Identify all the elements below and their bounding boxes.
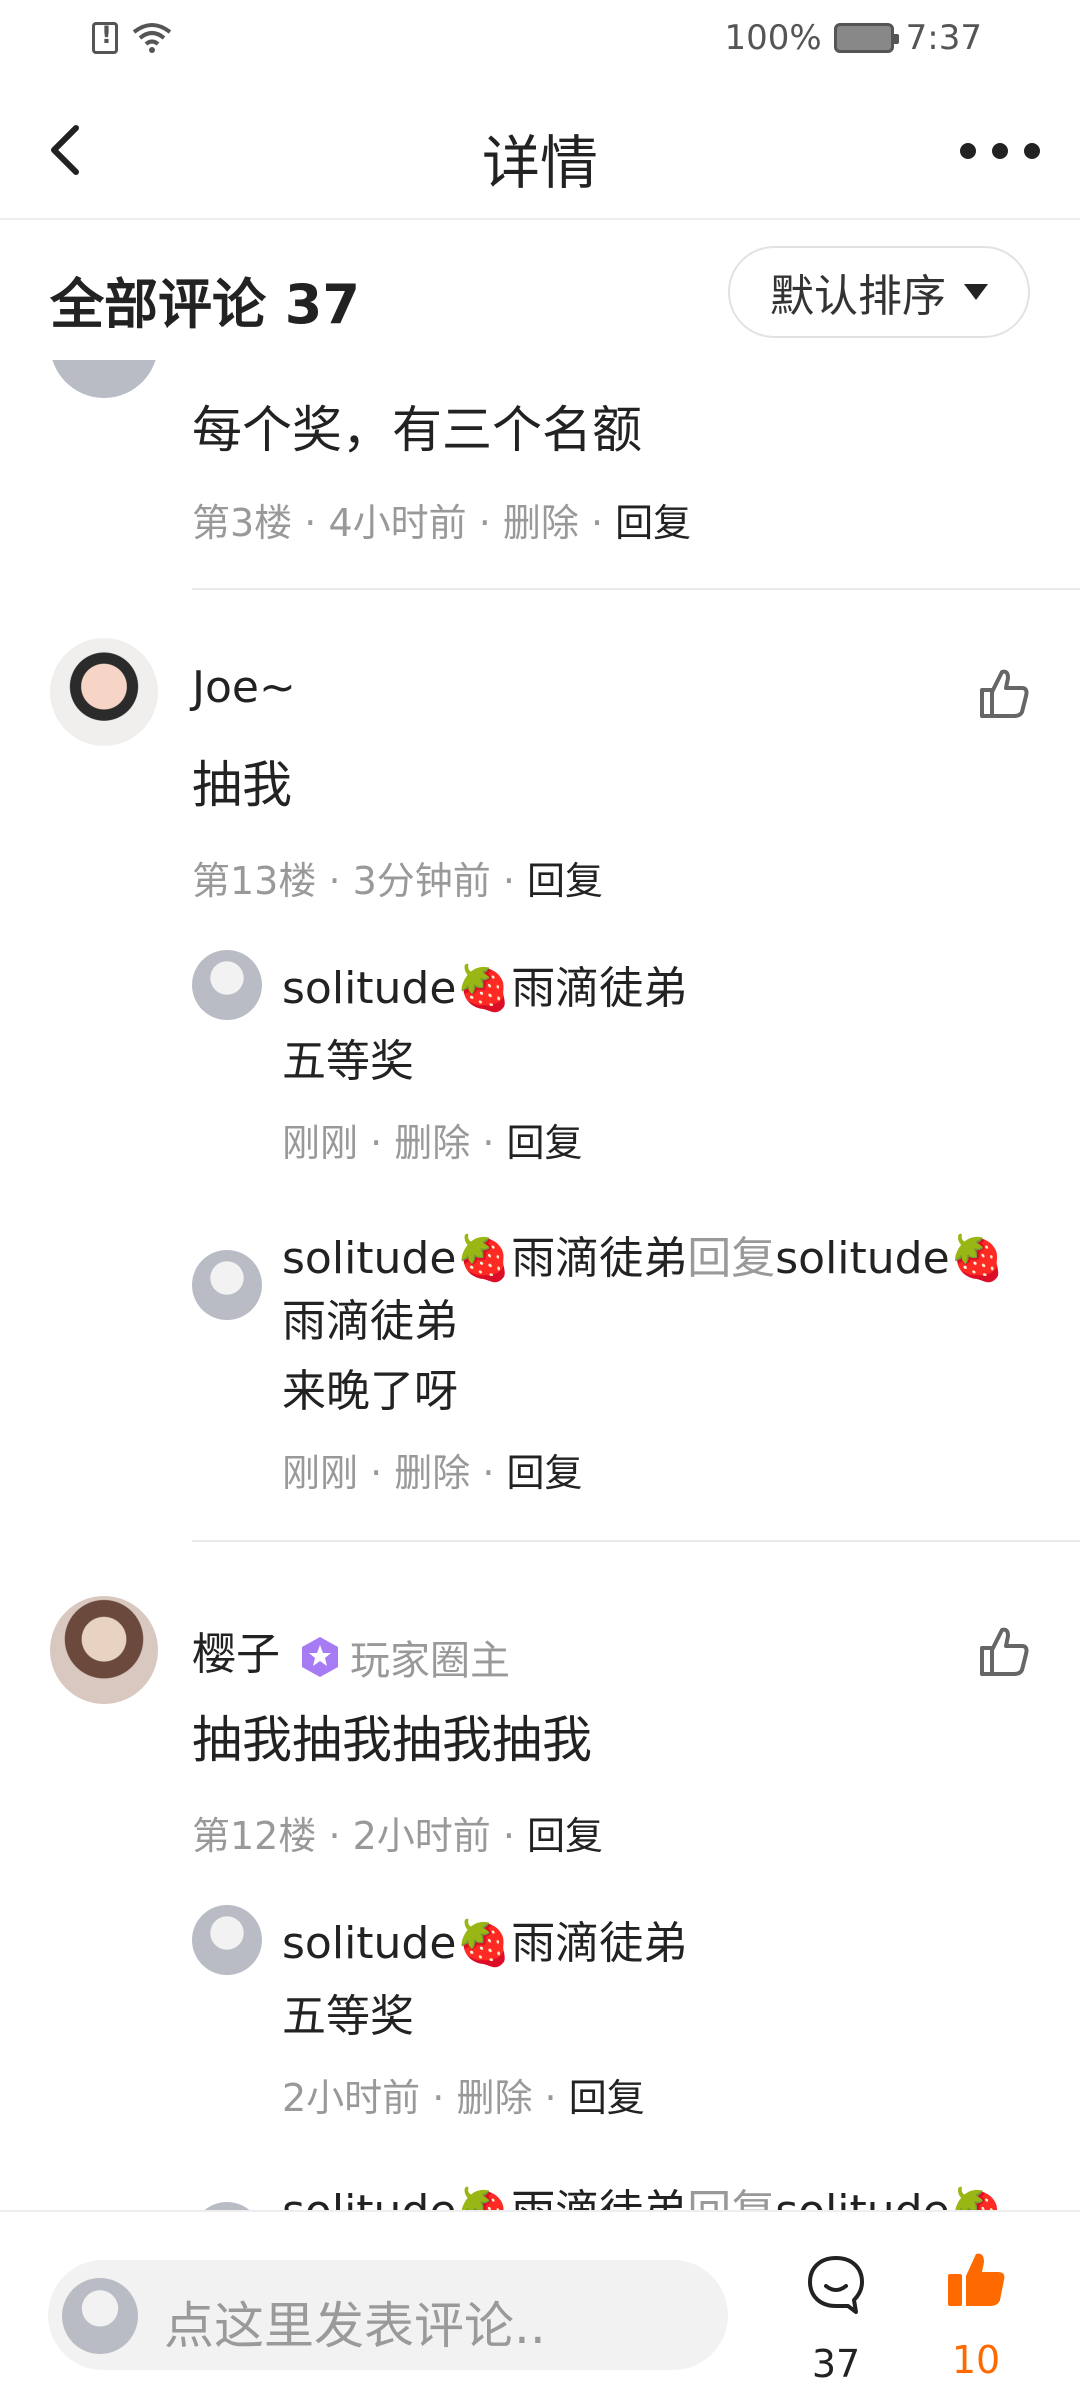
comment-meta: 第13楼 · 3分钟前 · 回复 <box>192 859 604 903</box>
my-avatar <box>62 2278 138 2354</box>
sort-dropdown[interactable]: 默认排序 <box>728 246 1030 338</box>
comment-author[interactable]: 樱子 <box>192 1629 280 1680</box>
reply-author[interactable]: solitude🍓雨滴徒弟 <box>282 1907 687 1971</box>
reply-target-cont[interactable]: 雨滴徒弟 <box>282 1285 458 1349</box>
comment-bubble-icon <box>808 2256 864 2314</box>
divider <box>192 1540 1080 1542</box>
reply-author[interactable]: solitude🍓雨滴徒弟 <box>282 1233 687 1284</box>
thumbs-up-filled-icon <box>948 2253 1005 2306</box>
comment-author[interactable]: Joe~ <box>192 662 296 713</box>
comment-count: 37 <box>811 2342 861 2386</box>
comment-text: 抽我抽我抽我抽我 <box>192 1711 592 1769</box>
reply-link[interactable]: 回复 <box>507 1451 583 1495</box>
reply-meta: 刚刚 · 删除 · 回复 <box>282 1451 583 1495</box>
battery-percent: 100% <box>724 18 822 58</box>
delete-link[interactable]: 删除 <box>394 1451 470 1495</box>
caret-down-icon <box>964 284 988 300</box>
star-badge-icon <box>302 1637 338 1677</box>
reply-author[interactable]: solitude🍓雨滴徒弟 <box>282 2186 687 2210</box>
like-count: 10 <box>951 2338 1001 2382</box>
reply-avatar[interactable] <box>192 1250 262 1320</box>
page-title: 详情 <box>481 129 598 197</box>
reply-meta: 2小时前 · 删除 · 回复 <box>282 2076 645 2120</box>
comment-input[interactable]: 点这里发表评论.. <box>48 2260 728 2370</box>
divider <box>192 588 1080 590</box>
comments-header: 全部评论 37 默认排序 <box>0 220 1080 360</box>
more-options-icon[interactable] <box>960 116 1040 186</box>
comment-meta: 第12楼 · 2小时前 · 回复 <box>192 1814 604 1858</box>
delete-link[interactable]: 删除 <box>394 1121 470 1165</box>
comment-text: 抽我 <box>192 756 292 814</box>
avatar[interactable] <box>50 638 158 746</box>
reply-avatar[interactable] <box>192 950 262 1020</box>
top-bar: 详情 <box>0 80 1080 220</box>
thumbs-up-icon[interactable] <box>976 1624 1032 1680</box>
delete-link[interactable]: 删除 <box>503 501 579 545</box>
reply-text: 五等奖 <box>282 1991 414 2042</box>
clock: 7:37 <box>905 18 982 58</box>
reply-link[interactable]: 回复 <box>527 859 603 903</box>
status-bar: 100% 7:37 <box>0 0 1080 80</box>
comment-input-placeholder: 点这里发表评论.. <box>164 2297 546 2355</box>
bottom-bar: 点这里发表评论.. 37 10 <box>0 2210 1080 2400</box>
reply-avatar[interactable] <box>192 2202 262 2210</box>
reply-text: 五等奖 <box>282 1036 414 1087</box>
thumbs-up-icon[interactable] <box>976 666 1032 722</box>
comments-count-title: 全部评论 37 <box>50 273 360 336</box>
comment-author-row: 樱子 玩家圈主 <box>192 1618 510 1686</box>
wifi-icon <box>132 23 172 53</box>
avatar[interactable] <box>50 1596 158 1704</box>
reply-text: 来晚了呀 <box>282 1366 458 1417</box>
battery-icon <box>833 23 899 53</box>
like-button[interactable]: 10 <box>936 2248 1016 2382</box>
comment-count-button[interactable]: 37 <box>796 2252 876 2386</box>
reply-link[interactable]: 回复 <box>507 1121 583 1165</box>
avatar[interactable] <box>50 360 158 398</box>
reply-header: solitude🍓雨滴徒弟回复solitude🍓 <box>282 2175 1004 2210</box>
comment-list: 每个奖，有三个名额 第3楼 · 4小时前 · 删除 · 回复 Joe~ 抽我 第… <box>0 360 1080 2210</box>
reply-target[interactable]: solitude🍓 <box>775 2186 1004 2210</box>
comment-meta: 第3楼 · 4小时前 · 删除 · 回复 <box>192 501 692 545</box>
reply-meta: 刚刚 · 删除 · 回复 <box>282 1121 583 1165</box>
reply-author[interactable]: solitude🍓雨滴徒弟 <box>282 952 687 1016</box>
reply-link[interactable]: 回复 <box>527 1814 603 1858</box>
delete-link[interactable]: 删除 <box>456 2076 532 2120</box>
reply-header: solitude🍓雨滴徒弟回复solitude🍓 <box>282 1233 1005 1284</box>
reply-avatar[interactable] <box>192 1905 262 1975</box>
sim-alert-icon <box>92 21 118 54</box>
reply-target[interactable]: solitude🍓 <box>775 1233 1004 1284</box>
reply-link[interactable]: 回复 <box>615 501 691 545</box>
comment-text: 每个奖，有三个名额 <box>192 401 642 459</box>
reply-link[interactable]: 回复 <box>569 2076 645 2120</box>
role-label: 玩家圈主 <box>350 1638 510 1684</box>
sort-label: 默认排序 <box>770 271 946 322</box>
